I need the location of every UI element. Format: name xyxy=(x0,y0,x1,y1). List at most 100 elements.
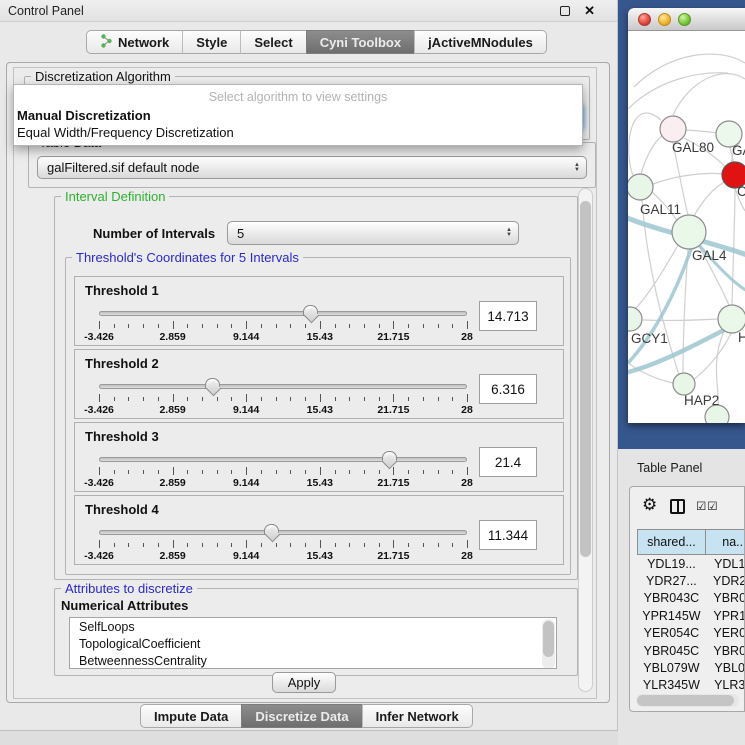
tab-impute-data[interactable]: Impute Data xyxy=(140,704,241,728)
network-edge xyxy=(686,130,717,133)
threshold-slider-3[interactable]: -3.4262.8599.14415.4321.71528 xyxy=(99,453,467,489)
network-graph: GAL80GACGAL11GAL4GCY1HHAP2 xyxy=(628,31,745,423)
network-node[interactable] xyxy=(672,215,706,249)
algorithm-dropdown-popup: Select algorithm to view settings Manual… xyxy=(13,84,583,146)
threshold-slider-4[interactable]: -3.4262.8599.14415.4321.71528 xyxy=(99,526,467,562)
threshold-slider-2[interactable]: -3.4262.8599.14415.4321.71528 xyxy=(99,380,467,416)
table-row[interactable]: YER054CYER0... xyxy=(637,625,745,642)
threshold-box-2: Threshold 2 -3.4262.8599.14415.4321.71528… xyxy=(74,349,564,419)
table-data-select[interactable]: galFiltered.sif default node ▲▼ xyxy=(37,156,587,179)
scale-label: 21.715 xyxy=(377,550,409,562)
table-cell: YER054C xyxy=(637,625,706,642)
network-node[interactable] xyxy=(628,307,642,331)
table-row[interactable]: YPR145WYPR1... xyxy=(637,607,745,624)
table-cell: YER0... xyxy=(706,625,745,642)
scrollbar-thumb[interactable] xyxy=(580,201,591,557)
tab-label: Impute Data xyxy=(154,709,228,724)
node-label: GCY1 xyxy=(631,331,668,346)
network-edge xyxy=(732,188,735,305)
hscrollbar-thumb[interactable] xyxy=(637,695,734,706)
threshold-box-1: Threshold 1-3.4262.8599.14415.4321.71528… xyxy=(74,276,564,346)
tab-label: Cyni Toolbox xyxy=(320,35,401,50)
tab-infer-network[interactable]: Infer Network xyxy=(362,704,473,728)
tab-cyni-toolbox[interactable]: Cyni Toolbox xyxy=(306,30,414,54)
network-edge xyxy=(629,113,661,178)
table-row[interactable]: YDR27...YDR2... xyxy=(637,572,745,589)
gear-icon[interactable]: ⚙ xyxy=(642,495,657,515)
slider-thumb[interactable] xyxy=(382,451,397,462)
scale-label: -3.426 xyxy=(84,404,114,416)
network-canvas[interactable]: GAL80GACGAL11GAL4GCY1HHAP2 xyxy=(628,31,745,423)
numerical-attributes-list[interactable]: SelfLoopsTopologicalCoefficientBetweenne… xyxy=(69,617,557,669)
settings-scrollbar[interactable] xyxy=(578,188,593,692)
combo-stepper-icon: ▲▼ xyxy=(506,222,512,244)
minimize-window-icon[interactable] xyxy=(658,13,671,26)
algorithm-option-manual-discretization[interactable]: Manual Discretization xyxy=(14,107,582,124)
cyni-toolbox-pane: Discretization Algorithm Manual Discreti… xyxy=(6,62,610,703)
close-window-icon[interactable] xyxy=(638,13,651,26)
network-node[interactable] xyxy=(660,116,686,142)
network-edge xyxy=(643,319,718,320)
list-item-topologicalcoefficient[interactable]: TopologicalCoefficient xyxy=(70,635,556,652)
list-item-betweennesscentrality[interactable]: BetweennessCentrality xyxy=(70,652,556,669)
network-node[interactable] xyxy=(628,174,653,200)
zoom-window-icon[interactable] xyxy=(678,13,691,26)
list-scrollbar[interactable] xyxy=(542,619,555,669)
table-cell: YLR3... xyxy=(706,677,745,694)
tab-discretize-data[interactable]: Discretize Data xyxy=(241,704,361,728)
tab-select[interactable]: Select xyxy=(240,30,305,54)
column-header-shared[interactable]: shared... xyxy=(637,529,706,555)
scale-label: -3.426 xyxy=(84,477,114,489)
num-intervals-label: Number of Intervals xyxy=(93,226,215,241)
threshold-value-field[interactable]: 6.316 xyxy=(479,374,537,404)
table-row[interactable]: YBR045CYBR0... xyxy=(637,642,745,659)
scale-label: 21.715 xyxy=(377,331,409,343)
scale-label: 21.715 xyxy=(377,404,409,416)
threshold-slider-1[interactable]: -3.4262.8599.14415.4321.71528 xyxy=(99,307,467,343)
tab-jactivemnodules[interactable]: jActiveMNodules xyxy=(414,30,547,54)
tab-style[interactable]: Style xyxy=(182,30,240,54)
tab-label: Infer Network xyxy=(376,709,459,724)
network-window-titlebar[interactable] xyxy=(628,8,745,31)
table-horizontal-scrollbar[interactable] xyxy=(636,694,739,707)
network-edge xyxy=(673,74,745,115)
select-columns-icons[interactable]: ☑☑ xyxy=(696,499,719,513)
threshold-box-3: Threshold 3-3.4262.8599.14415.4321.71528… xyxy=(74,422,564,492)
scale-label: 9.144 xyxy=(233,331,259,343)
tab-network[interactable]: Network xyxy=(86,30,182,54)
interval-definition-group: Interval Definition Number of Intervals … xyxy=(54,196,578,580)
slider-thumb[interactable] xyxy=(264,524,279,535)
scale-label: 15.43 xyxy=(307,331,333,343)
threshold-label: Threshold 1 xyxy=(85,283,159,298)
num-intervals-select[interactable]: 5 ▲▼ xyxy=(227,221,519,245)
network-node[interactable] xyxy=(718,305,745,333)
slider-ticks xyxy=(99,540,467,548)
node-table: shared...na... YDL19...YDL1...YDR27...YD… xyxy=(637,529,745,711)
tab-label: Network xyxy=(118,35,169,50)
table-cell: YPR1... xyxy=(706,607,745,624)
slider-scale-labels: -3.4262.8599.14415.4321.71528 xyxy=(99,550,467,562)
column-header-name[interactable]: na... xyxy=(706,529,745,555)
float-panel-icon[interactable] xyxy=(560,6,570,16)
table-row[interactable]: YBR043CYBR0... xyxy=(637,590,745,607)
slider-thumb[interactable] xyxy=(303,305,318,316)
table-row[interactable]: YDL19...YDL1... xyxy=(637,555,745,572)
table-row[interactable]: YLR345WYLR3... xyxy=(637,677,745,694)
threshold-value-field[interactable]: 11.344 xyxy=(479,520,537,550)
slider-thumb[interactable] xyxy=(205,378,220,389)
close-icon[interactable]: ✕ xyxy=(584,3,595,19)
network-node[interactable] xyxy=(673,373,695,395)
table-cell: YBR045C xyxy=(637,642,706,659)
scale-label: 21.715 xyxy=(377,477,409,489)
dropdown-hint: Select algorithm to view settings xyxy=(14,85,582,107)
combo-stepper-icon: ▲▼ xyxy=(574,157,580,178)
apply-button[interactable]: Apply xyxy=(272,672,336,693)
table-row[interactable]: YBL079WYBL0... xyxy=(637,659,745,676)
threshold-value-field[interactable]: 14.713 xyxy=(479,301,537,331)
threshold-value-field[interactable]: 21.4 xyxy=(479,447,537,477)
node-label: HAP2 xyxy=(684,393,719,408)
columns-icon[interactable] xyxy=(670,499,685,514)
list-item-selfloops[interactable]: SelfLoops xyxy=(70,618,556,635)
threshold-label: Threshold 2 xyxy=(85,356,159,371)
algorithm-option-equal-width-frequency-discretization[interactable]: Equal Width/Frequency Discretization xyxy=(14,124,582,141)
